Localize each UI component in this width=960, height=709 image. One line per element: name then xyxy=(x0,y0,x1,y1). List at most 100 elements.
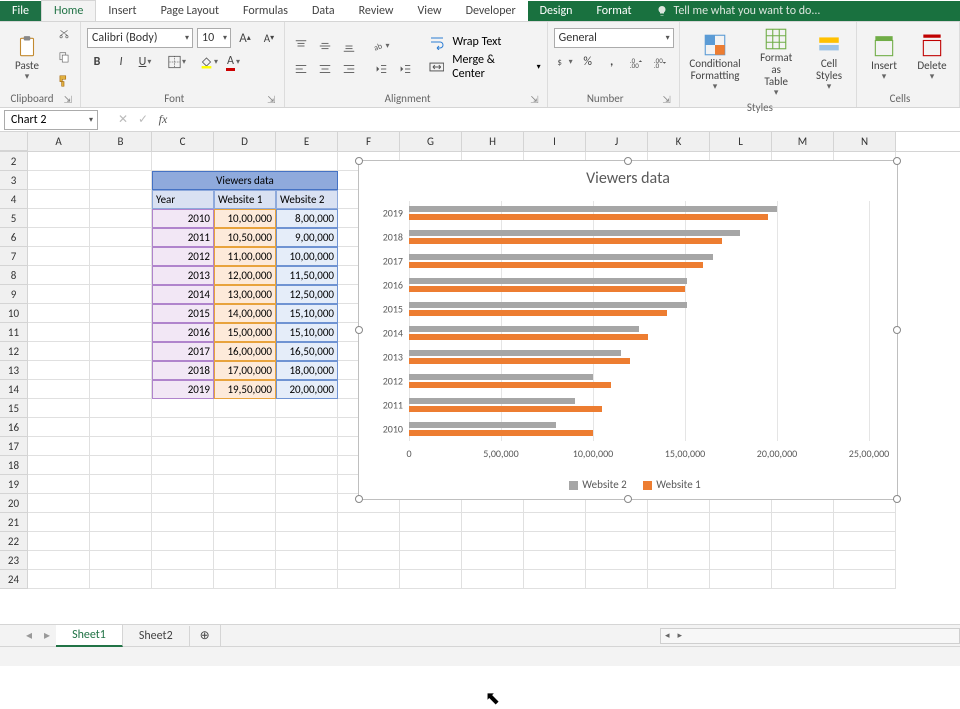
cell[interactable]: 8,00,000 xyxy=(276,209,338,228)
tab-page-layout[interactable]: Page Layout xyxy=(149,1,231,21)
cell[interactable] xyxy=(90,532,152,551)
row-header[interactable]: 21 xyxy=(0,513,28,532)
cell[interactable]: 15,10,000 xyxy=(276,304,338,323)
paste-button[interactable]: Paste▾ xyxy=(6,32,48,84)
cell[interactable] xyxy=(90,285,152,304)
row-header[interactable]: 19 xyxy=(0,475,28,494)
cell[interactable] xyxy=(524,551,586,570)
underline-button[interactable]: U xyxy=(135,52,155,72)
cell[interactable] xyxy=(524,532,586,551)
worksheet-grid[interactable]: ABCDEFGHIJKLMN 23Viewers data4YearWebsit… xyxy=(0,132,960,624)
cell[interactable] xyxy=(276,532,338,551)
cell[interactable] xyxy=(276,399,338,418)
cell[interactable] xyxy=(586,513,648,532)
row-header[interactable]: 20 xyxy=(0,494,28,513)
cell[interactable] xyxy=(214,494,276,513)
chart-bar[interactable] xyxy=(409,214,768,220)
cell[interactable] xyxy=(276,570,338,589)
cell[interactable] xyxy=(90,342,152,361)
cell[interactable] xyxy=(710,513,772,532)
cell[interactable] xyxy=(90,190,152,209)
cell[interactable] xyxy=(28,494,90,513)
row-header[interactable]: 16 xyxy=(0,418,28,437)
tab-chart-format[interactable]: Format xyxy=(584,1,643,21)
row-header[interactable]: 8 xyxy=(0,266,28,285)
align-left-button[interactable] xyxy=(291,59,311,79)
cell[interactable] xyxy=(28,475,90,494)
chart-handle-w[interactable] xyxy=(355,326,363,334)
cell[interactable] xyxy=(772,513,834,532)
cell[interactable] xyxy=(90,456,152,475)
borders-button[interactable] xyxy=(167,52,187,72)
cell[interactable] xyxy=(400,513,462,532)
cell[interactable] xyxy=(772,570,834,589)
horizontal-scrollbar[interactable] xyxy=(660,628,960,644)
column-header[interactable]: I xyxy=(524,132,586,151)
align-bottom-button[interactable] xyxy=(339,36,359,56)
cell[interactable] xyxy=(834,570,896,589)
sheet-nav-prev[interactable]: ▸ xyxy=(38,628,56,643)
cell[interactable] xyxy=(834,551,896,570)
cell[interactable] xyxy=(28,323,90,342)
tab-home[interactable]: Home xyxy=(41,0,96,21)
cell[interactable] xyxy=(152,513,214,532)
column-header[interactable]: J xyxy=(586,132,648,151)
cell[interactable] xyxy=(90,209,152,228)
cell[interactable] xyxy=(90,361,152,380)
cell[interactable] xyxy=(90,266,152,285)
cell-styles-button[interactable]: Cell Styles▾ xyxy=(808,30,850,94)
cell[interactable] xyxy=(214,551,276,570)
align-center-button[interactable] xyxy=(315,59,335,79)
cell[interactable] xyxy=(338,551,400,570)
cell[interactable] xyxy=(90,570,152,589)
row-header[interactable]: 4 xyxy=(0,190,28,209)
copy-button[interactable] xyxy=(54,48,74,68)
chart-bar[interactable] xyxy=(409,310,667,316)
row-header[interactable]: 9 xyxy=(0,285,28,304)
insert-function-button[interactable]: fx xyxy=(154,112,172,127)
cell[interactable] xyxy=(276,437,338,456)
cell[interactable]: 15,10,000 xyxy=(276,323,338,342)
decrease-decimal-button[interactable]: .00.0 xyxy=(650,52,670,72)
chart-bar[interactable] xyxy=(409,230,740,236)
cell[interactable] xyxy=(462,513,524,532)
cell[interactable]: 13,00,000 xyxy=(214,285,276,304)
decrease-font-button[interactable]: A▾ xyxy=(259,28,279,48)
increase-decimal-button[interactable]: .0.00 xyxy=(626,52,646,72)
merge-center-button[interactable]: Merge & Center ▾ xyxy=(429,53,541,81)
cell[interactable] xyxy=(90,323,152,342)
chart-bar[interactable] xyxy=(409,206,777,212)
row-header[interactable]: 2 xyxy=(0,152,28,171)
cell[interactable]: 10,50,000 xyxy=(214,228,276,247)
insert-cells-button[interactable]: Insert▾ xyxy=(863,32,905,84)
delete-cells-button[interactable]: Delete▾ xyxy=(911,32,953,84)
cell[interactable] xyxy=(152,532,214,551)
cell[interactable]: 9,00,000 xyxy=(276,228,338,247)
column-header[interactable]: H xyxy=(462,132,524,151)
cell[interactable] xyxy=(152,152,214,171)
chart-bar[interactable] xyxy=(409,326,639,332)
cell[interactable] xyxy=(834,532,896,551)
row-header[interactable]: 12 xyxy=(0,342,28,361)
row-header[interactable]: 3 xyxy=(0,171,28,190)
cell[interactable] xyxy=(28,418,90,437)
cell[interactable] xyxy=(276,551,338,570)
cell[interactable]: 2016 xyxy=(152,323,214,342)
accounting-format-button[interactable]: $ xyxy=(554,52,574,72)
row-header[interactable]: 13 xyxy=(0,361,28,380)
column-header[interactable]: E xyxy=(276,132,338,151)
column-header[interactable]: N xyxy=(834,132,896,151)
tab-developer[interactable]: Developer xyxy=(454,1,528,21)
wrap-text-button[interactable]: Wrap Text xyxy=(429,34,541,50)
group-label-number[interactable]: Number xyxy=(554,91,673,107)
cell[interactable] xyxy=(338,570,400,589)
cell[interactable] xyxy=(28,570,90,589)
cell[interactable]: 10,00,000 xyxy=(276,247,338,266)
format-as-table-button[interactable]: Format as Table▾ xyxy=(750,24,802,100)
cell[interactable] xyxy=(462,532,524,551)
cell[interactable] xyxy=(462,570,524,589)
chart-object[interactable]: Viewers data 05,00,00010,00,00015,00,000… xyxy=(358,160,898,500)
tab-insert[interactable]: Insert xyxy=(96,1,148,21)
chart-bar[interactable] xyxy=(409,278,687,284)
cell[interactable] xyxy=(90,380,152,399)
